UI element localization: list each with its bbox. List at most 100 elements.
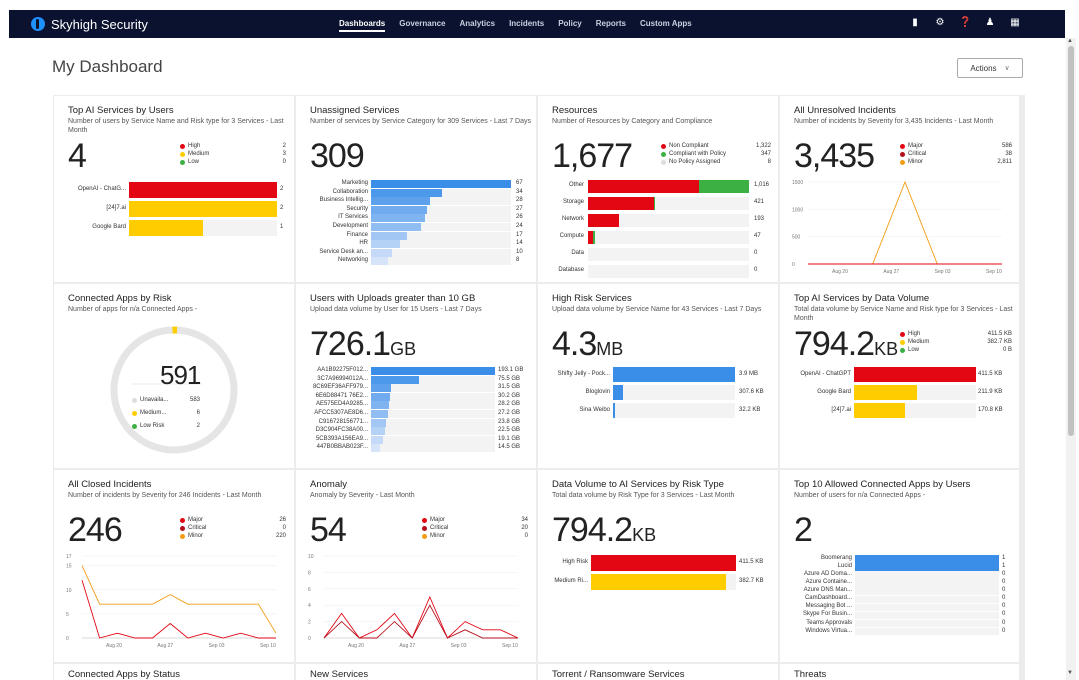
bar[interactable] xyxy=(371,427,386,436)
nav-policy[interactable]: Policy xyxy=(558,17,582,32)
bar[interactable] xyxy=(854,367,976,382)
actions-dropdown[interactable]: Actions ∨ xyxy=(957,58,1023,78)
card-unassigned-services[interactable]: Unassigned Services Number of services b… xyxy=(296,96,536,282)
bar[interactable] xyxy=(854,385,917,400)
card-title: Unassigned Services xyxy=(310,105,400,116)
card-threats[interactable]: Threats xyxy=(780,664,1019,680)
nav-dashboards[interactable]: Dashboards xyxy=(339,17,386,32)
bar[interactable] xyxy=(129,182,277,198)
card-resources[interactable]: Resources Number of Resources by Categor… xyxy=(538,96,778,282)
nav-incidents[interactable]: Incidents xyxy=(509,17,544,32)
card-all-unresolved-incidents[interactable]: All Unresolved Incidents Number of incid… xyxy=(780,96,1019,282)
y-tick-label: 0 xyxy=(792,262,795,268)
card-top-ai-services-by-users[interactable]: Top AI Services by Users Number of users… xyxy=(54,96,294,282)
bar[interactable] xyxy=(855,563,999,571)
bar[interactable] xyxy=(371,197,430,206)
scroll-down-icon[interactable]: ▼ xyxy=(1067,670,1073,676)
bar[interactable] xyxy=(854,403,905,418)
bar[interactable] xyxy=(371,180,511,188)
bar-value: 193.1 GB xyxy=(498,367,524,373)
bar-value: 67 xyxy=(516,180,523,186)
bar-compliant[interactable] xyxy=(699,180,749,193)
bar-non-compliant[interactable] xyxy=(588,197,654,210)
bar-value: 421 xyxy=(754,199,765,205)
bar[interactable] xyxy=(371,205,428,214)
bar[interactable] xyxy=(371,384,392,393)
card-top-allowed-connected-apps[interactable]: Top 10 Allowed Connected Apps by Users N… xyxy=(780,470,1019,662)
nav-reports[interactable]: Reports xyxy=(596,17,626,32)
bar-value: 1 xyxy=(280,224,284,230)
shield-icon[interactable]: ▮ xyxy=(909,17,921,28)
bar[interactable] xyxy=(371,444,381,453)
legend-row: Low 0 xyxy=(180,158,286,166)
big-number: 794.2KB xyxy=(794,325,898,364)
gear-icon[interactable]: ⚙ xyxy=(934,17,946,28)
bar[interactable] xyxy=(129,201,277,217)
bar-value: 14 xyxy=(516,240,523,247)
page-scrollbar[interactable]: ▲ ▼ xyxy=(1066,38,1076,680)
nav-analytics[interactable]: Analytics xyxy=(459,17,495,32)
bar-track xyxy=(371,444,495,453)
bar[interactable] xyxy=(371,223,422,231)
card-high-risk-services[interactable]: High Risk Services Upload data volume by… xyxy=(538,284,778,468)
bar-label: 447B0BBAB023F... xyxy=(316,444,368,451)
bar-label: Sina Weibo xyxy=(579,406,610,413)
help-icon[interactable]: ❓ xyxy=(959,17,971,28)
bar-value: 23.8 GB xyxy=(498,418,521,425)
bar-non-compliant[interactable] xyxy=(588,180,700,193)
bar[interactable] xyxy=(591,574,726,590)
card-connected-apps-by-status[interactable]: Connected Apps by Status xyxy=(54,664,294,680)
legend-value: 3 xyxy=(282,151,286,157)
bar-track xyxy=(855,619,999,628)
user-icon[interactable]: ♟ xyxy=(984,17,996,28)
nav-governance[interactable]: Governance xyxy=(399,17,445,32)
card-top-ai-services-data-volume[interactable]: Top AI Services by Data Volume Total dat… xyxy=(780,284,1019,468)
y-tick-label: 15 xyxy=(66,564,72,570)
apps-grid-icon[interactable]: ▦ xyxy=(1009,17,1021,28)
brand[interactable]: Skyhigh Security xyxy=(31,17,331,32)
bar[interactable] xyxy=(371,418,387,427)
bar[interactable] xyxy=(371,214,426,223)
bar[interactable] xyxy=(371,410,389,418)
bar-label: Google Bard xyxy=(92,224,126,230)
bar[interactable] xyxy=(591,555,736,571)
bar[interactable] xyxy=(613,367,735,382)
bar[interactable] xyxy=(371,375,420,384)
card-new-services[interactable]: New Services xyxy=(296,664,536,680)
nav-custom-apps[interactable]: Custom Apps xyxy=(640,17,692,32)
bar[interactable] xyxy=(371,257,388,266)
bar[interactable] xyxy=(371,392,391,401)
bar[interactable] xyxy=(371,435,384,444)
scrollbar-thumb[interactable] xyxy=(1068,46,1074,436)
card-connected-apps-by-risk[interactable]: Connected Apps by Risk Number of apps fo… xyxy=(54,284,294,468)
card-data-volume-by-risk-type[interactable]: Data Volume to AI Services by Risk Type … xyxy=(538,470,778,662)
bar[interactable] xyxy=(371,240,401,249)
bar-non-compliant[interactable] xyxy=(588,214,619,227)
card-users-uploads-10gb[interactable]: Users with Uploads greater than 10 GB Up… xyxy=(296,284,536,468)
bar[interactable] xyxy=(371,231,407,240)
card-anomaly[interactable]: Anomaly Anomaly by Severity - Last Month… xyxy=(296,470,536,662)
bar[interactable] xyxy=(855,555,999,563)
legend-value: 6 xyxy=(196,410,200,416)
scroll-up-icon[interactable]: ▲ xyxy=(1067,38,1073,44)
bar[interactable] xyxy=(371,188,443,197)
card-torrent-ransomware[interactable]: Torrent / Ransomware Services xyxy=(538,664,778,680)
y-tick-label: 0 xyxy=(66,636,69,642)
bar[interactable] xyxy=(613,403,615,418)
bar[interactable] xyxy=(613,385,623,400)
bar-compliant[interactable] xyxy=(592,231,596,244)
bar[interactable] xyxy=(129,220,203,236)
bar-value: 34 xyxy=(516,188,523,195)
bar[interactable] xyxy=(371,367,495,375)
bar-compliant[interactable] xyxy=(653,197,655,210)
bar-value: 10 xyxy=(516,248,523,255)
x-tick-label: Sep 10 xyxy=(986,269,1002,275)
card-all-closed-incidents[interactable]: All Closed Incidents Number of incidents… xyxy=(54,470,294,662)
bar-track xyxy=(371,248,511,257)
bar-track xyxy=(855,603,999,612)
brand-name: Skyhigh Security xyxy=(51,16,148,32)
bar[interactable] xyxy=(371,248,392,257)
y-tick-label: 0 xyxy=(308,636,311,642)
card-title: Top AI Services by Users xyxy=(68,105,174,116)
bar[interactable] xyxy=(371,401,390,410)
